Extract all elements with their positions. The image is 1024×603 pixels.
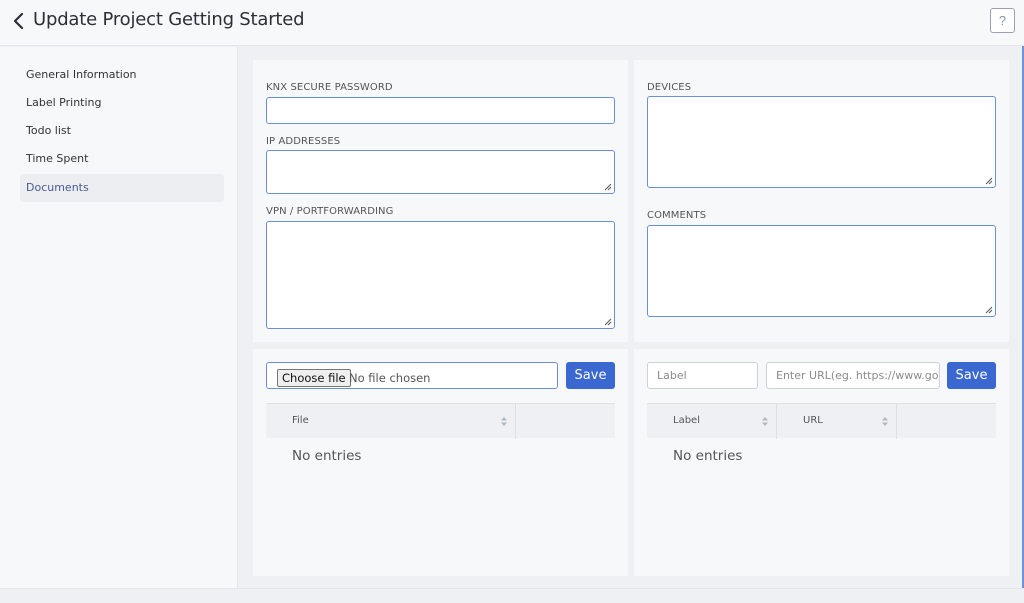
- column-header-label-text: Label: [673, 415, 700, 426]
- sidebar-item-label-printing[interactable]: Label Printing: [20, 89, 224, 117]
- sidebar-item-documents[interactable]: Documents: [20, 174, 224, 202]
- ip-addresses-label: IP ADDRESSES: [266, 136, 341, 147]
- back-arrow-icon[interactable]: [12, 12, 26, 30]
- column-header-actions: [516, 404, 615, 439]
- column-header-file[interactable]: File: [266, 404, 516, 439]
- choose-file-button[interactable]: Choose file: [277, 369, 351, 387]
- files-empty-state: No entries: [292, 448, 362, 464]
- devices-textarea[interactable]: [647, 96, 996, 188]
- knx-password-input[interactable]: [266, 97, 615, 124]
- link-url-input[interactable]: Enter URL(eg. https://www.google.com): [766, 362, 940, 389]
- save-link-button[interactable]: Save: [947, 362, 996, 389]
- devices-card: DEVICES COMMENTS: [634, 60, 1009, 342]
- sidebar-item-todo-list[interactable]: Todo list: [20, 117, 224, 145]
- vpn-portforwarding-label: VPN / PORTFORWARDING: [266, 206, 394, 217]
- comments-textarea[interactable]: [647, 225, 996, 317]
- files-card: Choose file No file chosen Save File No …: [253, 349, 628, 576]
- sidebar: General Information Label Printing Todo …: [0, 47, 238, 588]
- column-header-url[interactable]: URL: [777, 404, 897, 439]
- page-title: Update Project Getting Started: [33, 9, 305, 30]
- devices-label: DEVICES: [647, 82, 692, 93]
- sidebar-item-general-information[interactable]: General Information: [20, 61, 224, 89]
- resize-handle-icon[interactable]: [604, 183, 612, 191]
- help-button[interactable]: ?: [990, 8, 1015, 33]
- links-empty-state: No entries: [673, 448, 743, 464]
- column-header-url-text: URL: [803, 415, 823, 426]
- file-upload-field[interactable]: Choose file No file chosen: [266, 362, 558, 389]
- sort-icon: [501, 417, 507, 426]
- links-card: Label Enter URL(eg. https://www.google.c…: [634, 349, 1009, 576]
- column-header-file-label: File: [292, 415, 309, 426]
- files-table-header: File: [266, 403, 615, 439]
- file-status-text: No file chosen: [349, 371, 431, 385]
- link-label-input[interactable]: Label: [647, 362, 758, 389]
- footer-strip: [0, 588, 1024, 603]
- vpn-portforwarding-textarea[interactable]: [266, 221, 615, 329]
- save-file-button[interactable]: Save: [566, 362, 615, 389]
- links-table-header: Label URL: [647, 403, 996, 439]
- main-content: KNX SECURE PASSWORD IP ADDRESSES VPN / P…: [239, 47, 1023, 588]
- sort-icon: [762, 417, 768, 426]
- sidebar-item-time-spent[interactable]: Time Spent: [20, 145, 224, 173]
- column-header-link-actions: [897, 404, 996, 439]
- page-header: Update Project Getting Started ?: [0, 0, 1024, 46]
- knx-password-label: KNX SECURE PASSWORD: [266, 82, 393, 93]
- comments-label: COMMENTS: [647, 210, 707, 221]
- network-info-card: KNX SECURE PASSWORD IP ADDRESSES VPN / P…: [253, 60, 628, 342]
- resize-handle-icon[interactable]: [985, 306, 993, 314]
- column-header-label[interactable]: Label: [647, 404, 777, 439]
- resize-handle-icon[interactable]: [604, 318, 612, 326]
- resize-handle-icon[interactable]: [985, 177, 993, 185]
- sort-icon: [882, 417, 888, 426]
- ip-addresses-textarea[interactable]: [266, 150, 615, 194]
